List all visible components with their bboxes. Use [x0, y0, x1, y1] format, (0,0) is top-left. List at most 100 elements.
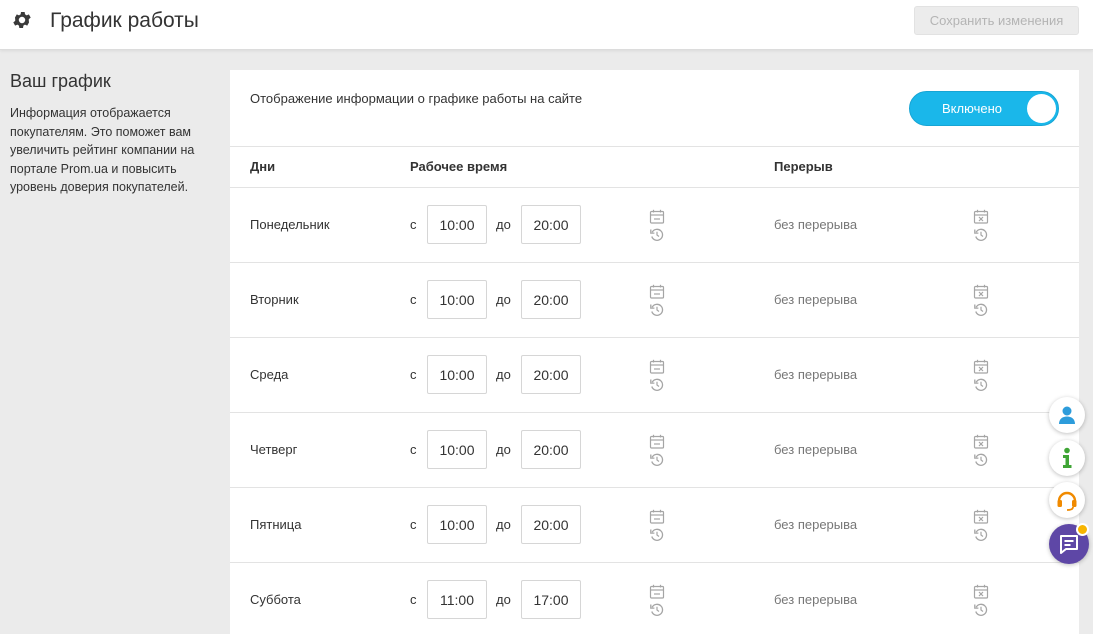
- calendar-clear-icon[interactable]: [973, 209, 989, 224]
- schedule-row: Понедельник с до без перерыва: [230, 188, 1079, 263]
- info-icon: [1063, 447, 1072, 468]
- break-actions: [973, 209, 989, 243]
- info-button[interactable]: [1049, 440, 1085, 476]
- calendar-icon[interactable]: [649, 434, 665, 449]
- to-label: до: [496, 292, 511, 307]
- to-label: до: [496, 367, 511, 382]
- reset-icon[interactable]: [649, 452, 665, 467]
- break-value: без перерыва: [774, 292, 858, 307]
- reset-icon[interactable]: [649, 227, 665, 242]
- to-label: до: [496, 592, 511, 607]
- headset-icon: [1057, 491, 1077, 511]
- reset-icon[interactable]: [973, 602, 989, 617]
- end-time-input[interactable]: [521, 205, 581, 244]
- break-actions: [973, 359, 989, 393]
- from-label: с: [410, 592, 417, 607]
- save-changes-button[interactable]: Сохранить изменения: [914, 6, 1079, 35]
- reset-icon[interactable]: [973, 377, 989, 392]
- reset-icon[interactable]: [973, 227, 989, 242]
- break-actions: [973, 509, 989, 543]
- start-time-input[interactable]: [427, 280, 487, 319]
- break-actions: [973, 284, 989, 318]
- user-icon: [1059, 406, 1075, 424]
- day-name: Понедельник: [250, 217, 330, 232]
- notification-badge: [1076, 523, 1089, 536]
- reset-icon[interactable]: [649, 602, 665, 617]
- reset-icon[interactable]: [649, 302, 665, 317]
- schedule-title: Ваш график: [10, 71, 111, 91]
- top-bar: График работы Сохранить изменения: [0, 0, 1093, 50]
- calendar-clear-icon[interactable]: [973, 584, 989, 599]
- start-time-input[interactable]: [427, 580, 487, 619]
- break-value: без перерыва: [774, 592, 858, 607]
- calendar-icon[interactable]: [649, 284, 665, 299]
- from-label: с: [410, 292, 417, 307]
- start-time-input[interactable]: [427, 355, 487, 394]
- header-break: Перерыв: [774, 159, 833, 174]
- work-time-actions: [649, 509, 665, 543]
- end-time-input[interactable]: [521, 430, 581, 469]
- day-name: Пятница: [250, 517, 302, 532]
- header-days: Дни: [250, 159, 276, 174]
- to-label: до: [496, 442, 511, 457]
- end-time-input[interactable]: [521, 580, 581, 619]
- calendar-icon[interactable]: [649, 509, 665, 524]
- start-time-input[interactable]: [427, 505, 487, 544]
- break-actions: [973, 434, 989, 468]
- from-label: с: [410, 367, 417, 382]
- work-time-actions: [649, 434, 665, 468]
- break-actions: [973, 584, 989, 618]
- day-name: Вторник: [250, 292, 299, 307]
- day-name: Суббота: [250, 592, 301, 607]
- reset-icon[interactable]: [973, 302, 989, 317]
- from-label: с: [410, 442, 417, 457]
- support-button[interactable]: [1049, 482, 1085, 518]
- break-value: без перерыва: [774, 367, 858, 382]
- start-time-input[interactable]: [427, 430, 487, 469]
- break-value: без перерыва: [774, 517, 858, 532]
- reset-icon[interactable]: [973, 527, 989, 542]
- end-time-input[interactable]: [521, 355, 581, 394]
- reset-icon[interactable]: [649, 377, 665, 392]
- schedule-row: Среда с до без перерыва: [230, 338, 1079, 413]
- chat-icon: [1060, 535, 1078, 554]
- calendar-icon[interactable]: [649, 584, 665, 599]
- day-name: Среда: [250, 367, 289, 382]
- display-toggle[interactable]: Включено: [909, 91, 1059, 126]
- reset-icon[interactable]: [649, 527, 665, 542]
- divider: [230, 146, 1079, 147]
- calendar-clear-icon[interactable]: [973, 509, 989, 524]
- schedule-panel: Отображение информации о графике работы …: [230, 70, 1079, 634]
- break-value: без перерыва: [774, 442, 858, 457]
- toggle-label: Включено: [942, 101, 1002, 116]
- display-setting-label: Отображение информации о графике работы …: [250, 91, 583, 106]
- schedule-description: Информация отображается покупателям. Это…: [10, 106, 195, 194]
- calendar-clear-icon[interactable]: [973, 434, 989, 449]
- calendar-icon[interactable]: [649, 359, 665, 374]
- calendar-clear-icon[interactable]: [973, 359, 989, 374]
- toggle-knob: [1027, 94, 1056, 123]
- calendar-icon[interactable]: [649, 209, 665, 224]
- calendar-clear-icon[interactable]: [973, 284, 989, 299]
- schedule-row: Вторник с до без перерыва: [230, 263, 1079, 338]
- work-time-actions: [649, 284, 665, 318]
- reset-icon[interactable]: [973, 452, 989, 467]
- header-work-time: Рабочее время: [410, 159, 508, 174]
- work-time-actions: [649, 584, 665, 618]
- to-label: до: [496, 217, 511, 232]
- to-label: до: [496, 517, 511, 532]
- break-value: без перерыва: [774, 217, 858, 232]
- user-button[interactable]: [1049, 397, 1085, 433]
- work-time-actions: [649, 359, 665, 393]
- schedule-row: Четверг с до без перерыва: [230, 413, 1079, 488]
- start-time-input[interactable]: [427, 205, 487, 244]
- gear-icon: [13, 12, 31, 28]
- day-name: Четверг: [250, 442, 298, 457]
- page-title: График работы: [50, 9, 199, 32]
- end-time-input[interactable]: [521, 280, 581, 319]
- work-time-actions: [649, 209, 665, 243]
- end-time-input[interactable]: [521, 505, 581, 544]
- schedule-row: Суббота с до без перерыва: [230, 563, 1079, 634]
- from-label: с: [410, 217, 417, 232]
- from-label: с: [410, 517, 417, 532]
